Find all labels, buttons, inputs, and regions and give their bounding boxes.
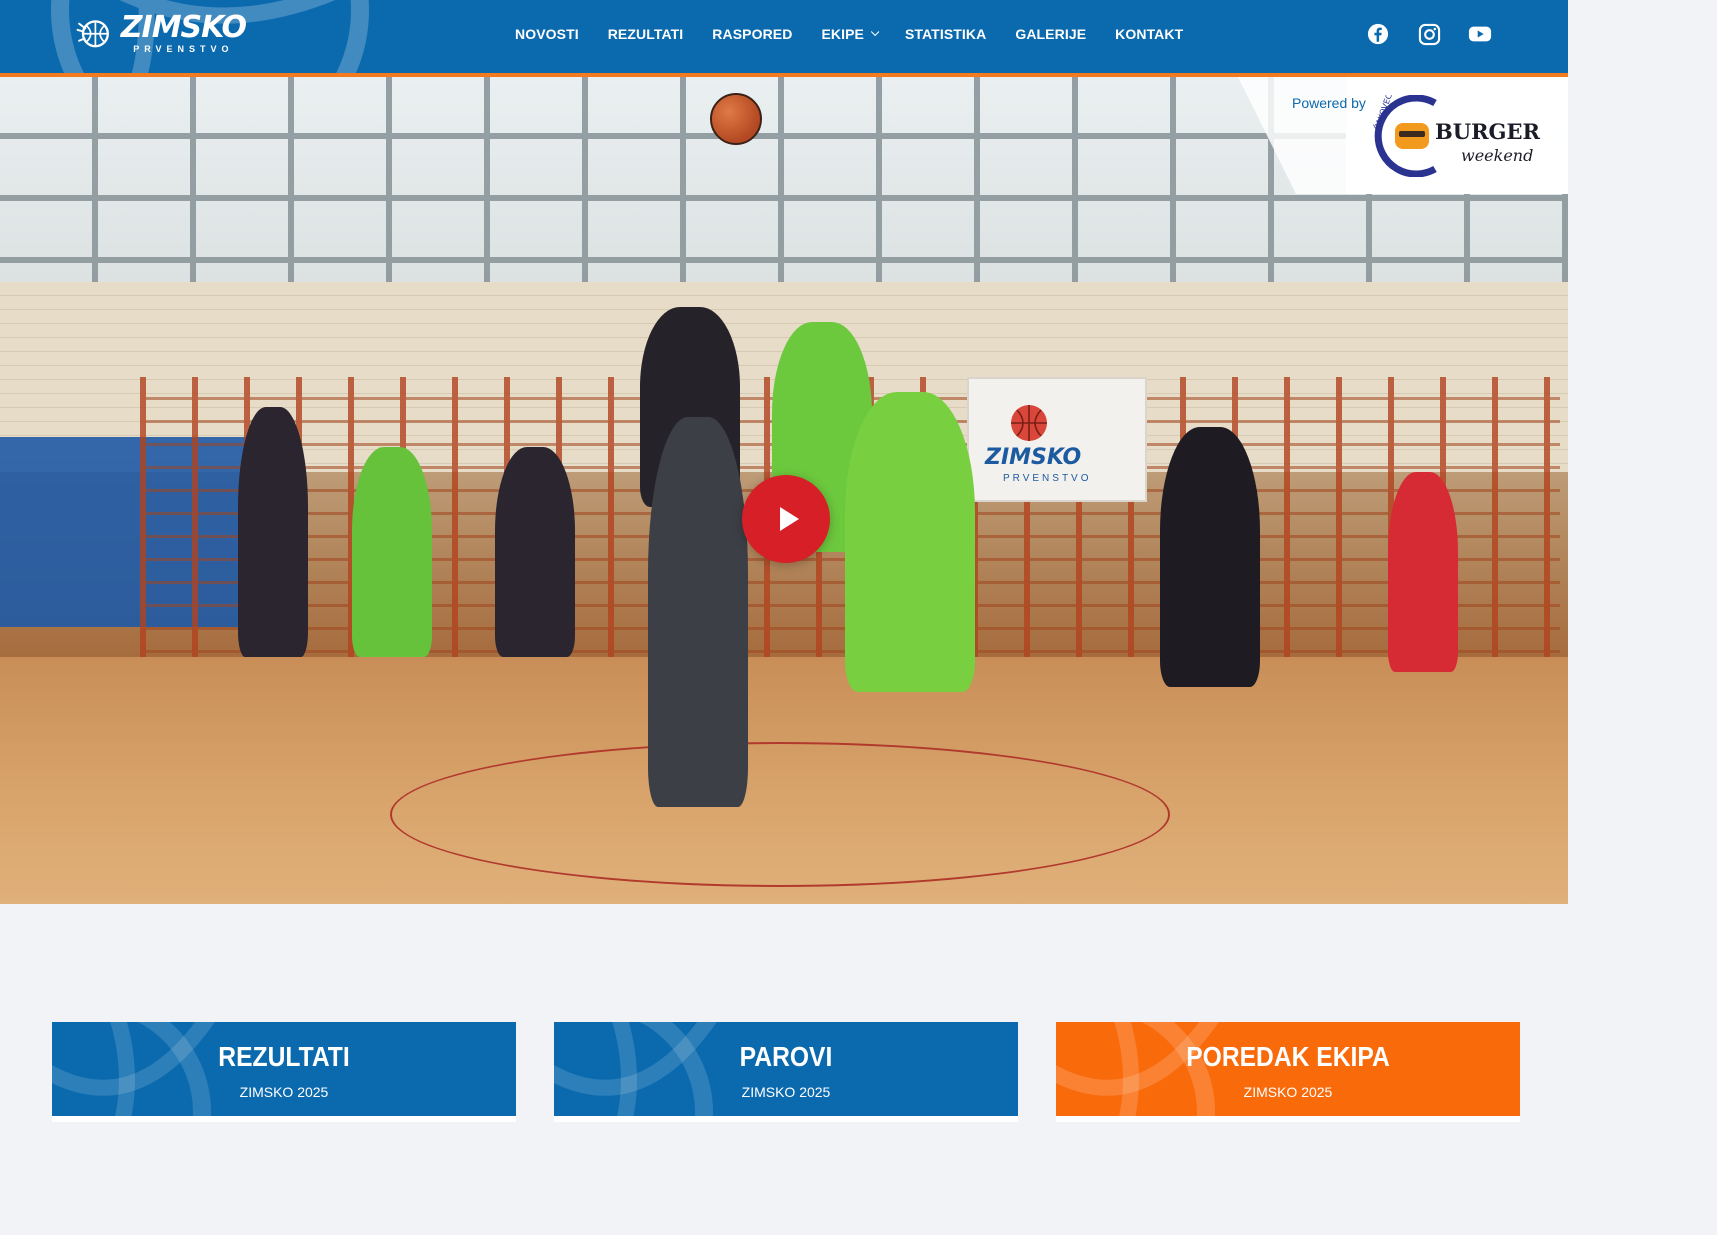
card-poredak-ekipa[interactable]: POREDAK EKIPA ZIMSKO 2025 (1056, 1022, 1520, 1122)
center-circle (390, 742, 1170, 887)
social-links (1366, 22, 1492, 46)
instagram-icon[interactable] (1417, 22, 1441, 46)
svg-text:ČAKOVEC: ČAKOVEC (1373, 95, 1394, 131)
basketball (710, 93, 762, 145)
card-title: POREDAK EKIPA (1186, 1041, 1390, 1072)
svg-text:BURGER: BURGER (1435, 119, 1540, 144)
logo-emblem-icon (76, 20, 109, 48)
card-subtitle: ZIMSKO 2025 (239, 1084, 329, 1100)
player-green (845, 392, 975, 692)
facebook-icon[interactable] (1366, 22, 1390, 46)
nav-item-raspored[interactable]: RASPORED (712, 26, 792, 42)
player-dark (238, 407, 308, 657)
nav-item-ekipe[interactable]: EKIPE (821, 26, 880, 42)
card-title: PAROVI (739, 1041, 833, 1072)
nav-item-kontakt[interactable]: KONTAKT (1115, 26, 1183, 42)
chevron-down-icon (870, 27, 880, 37)
referee (648, 417, 748, 807)
play-icon (779, 507, 799, 531)
spectator (1388, 472, 1458, 672)
youtube-icon[interactable] (1468, 22, 1492, 46)
card-parovi[interactable]: PAROVI ZIMSKO 2025 (554, 1022, 1018, 1122)
logo-wordmark: ZIMSKO (120, 9, 247, 45)
card-subtitle: ZIMSKO 2025 (741, 1084, 831, 1100)
logo-subtitle: PRVENSTVO (133, 43, 234, 54)
site-header: ZIMSKO PRVENSTVO NOVOSTI REZULTATI RASPO… (0, 0, 1568, 77)
card-title: REZULTATI (218, 1041, 350, 1072)
svg-text:weekend: weekend (1461, 146, 1533, 165)
powered-by-label: Powered by (1292, 95, 1366, 111)
burger-weekend-logo: BURGER weekend ČAKOVEC (1373, 95, 1540, 177)
sponsor-banner: ZIMSKO PRVENSTVO (967, 377, 1147, 502)
site-logo[interactable]: ZIMSKO PRVENSTVO (76, 9, 247, 56)
sponsor-box[interactable]: Powered by BURGER weekend ČAKOVEC (1238, 77, 1568, 194)
player-dark (1160, 427, 1260, 687)
nav-item-statistika[interactable]: STATISTIKA (905, 26, 986, 42)
nav-item-novosti[interactable]: NOVOSTI (515, 26, 579, 42)
card-rezultati[interactable]: REZULTATI ZIMSKO 2025 (52, 1022, 516, 1122)
main-nav: NOVOSTI REZULTATI RASPORED EKIPE STATIST… (515, 26, 1212, 42)
hero-video[interactable]: ZIMSKO PRVENSTVO (0, 77, 1568, 904)
play-button[interactable] (742, 475, 830, 563)
nav-item-galerije[interactable]: GALERIJE (1015, 26, 1086, 42)
card-subtitle: ZIMSKO 2025 (1243, 1084, 1333, 1100)
nav-item-rezultati[interactable]: REZULTATI (608, 26, 684, 42)
player-green (352, 447, 432, 657)
basketball-icon (1011, 405, 1047, 441)
player-dark (495, 447, 575, 657)
